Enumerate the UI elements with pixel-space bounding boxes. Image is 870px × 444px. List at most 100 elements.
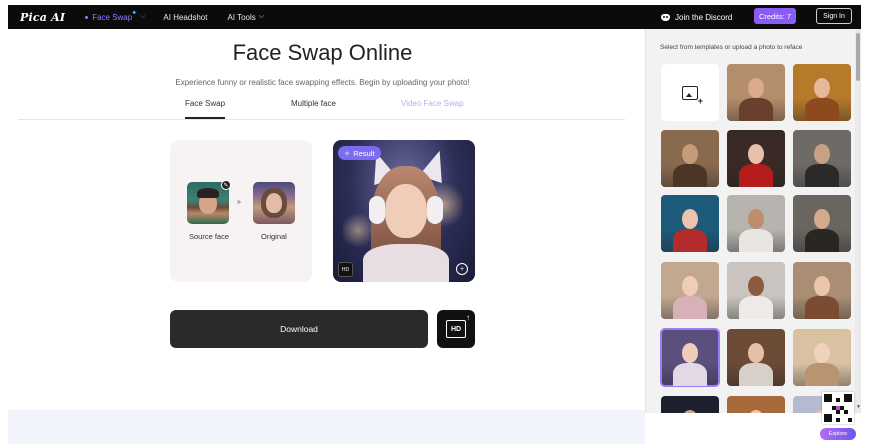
- nav-ai-tools[interactable]: AI Tools ⌵: [227, 13, 264, 22]
- template-thumbnail[interactable]: [727, 195, 785, 252]
- template-figure-body: [739, 363, 773, 386]
- headphone-left: [369, 196, 385, 224]
- template-thumbnail[interactable]: [793, 130, 851, 187]
- template-figure-head: [682, 144, 698, 164]
- template-figure-body: [805, 164, 839, 187]
- result-face: [385, 184, 427, 238]
- tab-video-face-swap[interactable]: Video Face Swap: [401, 99, 464, 108]
- zoom-in-icon[interactable]: +: [456, 263, 468, 275]
- template-figure-body: [739, 296, 773, 319]
- template-thumbnail[interactable]: [793, 262, 851, 319]
- template-figure-body: [739, 229, 773, 252]
- edit-pencil-icon[interactable]: ✎: [221, 180, 231, 190]
- result-image[interactable]: ✧ Result HD +: [333, 140, 475, 282]
- template-figure-head: [748, 410, 764, 413]
- template-figure-body: [673, 229, 707, 252]
- template-thumbnail[interactable]: [793, 195, 851, 252]
- template-thumbnail[interactable]: [661, 396, 719, 413]
- template-figure-body: [739, 98, 773, 121]
- template-thumbnail[interactable]: [727, 262, 785, 319]
- template-figure-body: [673, 296, 707, 319]
- top-nav-bar: Pica AI Face Swap ✦ ⌵ AI Headshot AI Too…: [8, 5, 861, 29]
- template-panel: Select from templates or upload a photo …: [645, 29, 861, 413]
- download-button[interactable]: Download: [170, 310, 428, 348]
- template-figure-head: [814, 209, 830, 229]
- scrollbar-thumb[interactable]: [856, 33, 860, 81]
- active-tab-underline: [185, 117, 225, 119]
- nav-ai-tools-label: AI Tools: [227, 12, 256, 22]
- template-thumbnail[interactable]: [727, 130, 785, 187]
- tab-multiple-face[interactable]: Multiple face: [291, 99, 336, 108]
- original-image[interactable]: [253, 182, 295, 224]
- tab-face-swap[interactable]: Face Swap: [185, 99, 225, 108]
- chevron-down-icon: ⌵: [258, 13, 265, 20]
- template-figure-body: [805, 363, 839, 386]
- hd-upscale-button[interactable]: HD: [437, 310, 475, 348]
- panel-scrollbar[interactable]: [855, 29, 861, 413]
- hd-mini-icon[interactable]: HD: [338, 262, 353, 277]
- template-figure-head: [748, 343, 764, 363]
- template-thumbnail[interactable]: [661, 195, 719, 252]
- template-figure-head: [748, 209, 764, 229]
- template-figure-body: [805, 229, 839, 252]
- template-figure-head: [814, 144, 830, 164]
- source-face-label: Source face: [189, 232, 230, 241]
- hd-upscale-icon: HD: [446, 313, 470, 338]
- template-thumbnail[interactable]: [727, 396, 785, 413]
- template-figure-head: [748, 276, 764, 296]
- template-figure-head: [814, 78, 830, 98]
- template-thumbnail[interactable]: [793, 64, 851, 121]
- qr-code-pattern: [824, 394, 852, 422]
- template-thumbnail[interactable]: [793, 329, 851, 386]
- upload-photo-tile[interactable]: [661, 64, 719, 121]
- join-discord-label: Join the Discord: [675, 12, 733, 22]
- template-thumbnail[interactable]: [727, 64, 785, 121]
- sparkle-icon: ✦: [131, 10, 138, 17]
- template-figure-body: [673, 164, 707, 187]
- template-figure-body: [673, 363, 707, 386]
- nav-face-swap-label: Face Swap: [92, 12, 133, 22]
- join-discord-link[interactable]: Join the Discord: [661, 5, 732, 29]
- source-face-hair: [197, 188, 219, 198]
- discord-icon: [661, 13, 670, 21]
- template-figure-head: [682, 276, 698, 296]
- template-figure-body: [805, 296, 839, 319]
- page-subtitle: Experience funny or realistic face swapp…: [175, 78, 470, 87]
- active-dot-icon: [85, 15, 89, 19]
- sign-in-button[interactable]: Sign In: [816, 8, 852, 24]
- original-head: [266, 193, 282, 213]
- template-figure-head: [682, 410, 698, 413]
- template-figure-body: [805, 98, 839, 121]
- mode-tabs: Face Swap Multiple face Video Face Swap: [18, 96, 625, 120]
- template-thumbnail[interactable]: [727, 329, 785, 386]
- chevron-down-icon: ⌵: [140, 13, 146, 20]
- result-body: [363, 244, 449, 282]
- template-figure-head: [748, 144, 764, 164]
- template-figure-head: [682, 209, 698, 229]
- credits-button[interactable]: Credits: 7: [754, 8, 796, 24]
- logo[interactable]: Pica AI: [20, 11, 65, 24]
- image-plus-icon: [682, 85, 703, 106]
- template-thumbnail[interactable]: [661, 130, 719, 187]
- template-thumbnail[interactable]: [661, 262, 719, 319]
- nav-ai-headshot[interactable]: AI Headshot: [163, 13, 207, 22]
- arrow-icon: »: [237, 199, 241, 206]
- bottom-banner: [8, 410, 645, 444]
- template-panel-title: Select from templates or upload a photo …: [660, 44, 803, 51]
- template-figure-head: [682, 343, 698, 363]
- nav-face-swap[interactable]: Face Swap ✦ ⌵: [85, 10, 146, 22]
- main-nav: Face Swap ✦ ⌵ AI Headshot AI Tools ⌵: [85, 10, 264, 22]
- wand-icon: ✧: [344, 148, 351, 158]
- headphone-right: [427, 196, 443, 224]
- result-badge-label: Result: [353, 148, 375, 158]
- scroll-down-arrow-icon[interactable]: ▼: [856, 404, 861, 410]
- explore-button[interactable]: Explore: [820, 428, 856, 440]
- template-figure-body: [739, 164, 773, 187]
- source-card: ✎ » Source face Original: [170, 140, 312, 282]
- template-figure-head: [748, 78, 764, 98]
- page-title: Face Swap Online: [232, 40, 413, 65]
- template-thumbnail[interactable]: [660, 328, 720, 387]
- template-figure-head: [814, 276, 830, 296]
- original-label: Original: [261, 232, 287, 241]
- result-badge: ✧ Result: [338, 146, 381, 160]
